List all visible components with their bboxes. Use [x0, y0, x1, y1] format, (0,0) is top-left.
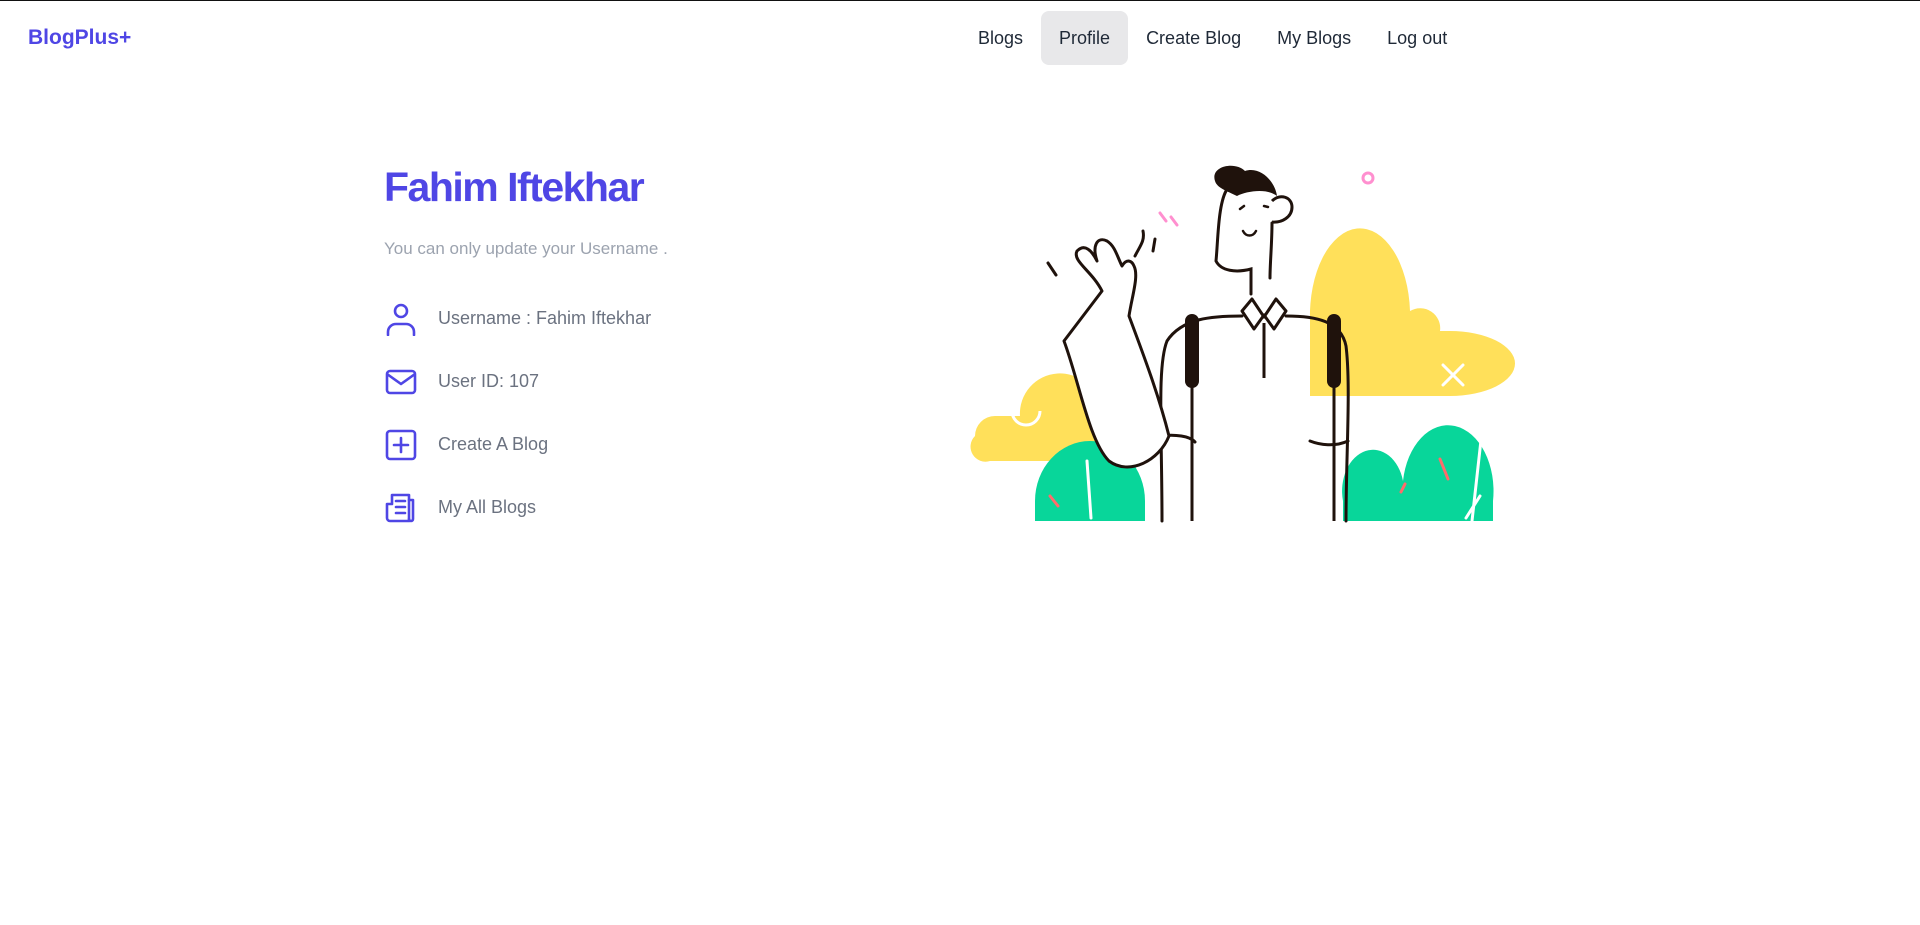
nav-link-blogs[interactable]: Blogs [960, 11, 1041, 65]
plus-square-icon [384, 428, 418, 462]
profile-item-username[interactable]: Username : Fahim Iftekhar [384, 287, 884, 350]
profile-item-label: My All Blogs [438, 497, 537, 517]
profile-items: Username : Fahim Iftekhar User ID: 107 C… [384, 287, 884, 539]
user-icon [384, 302, 418, 336]
profile-item-create-blog[interactable]: Create A Blog [384, 413, 884, 476]
profile-item-label: Create A Blog [438, 434, 549, 454]
nav-link-my-blogs[interactable]: My Blogs [1259, 11, 1369, 65]
brand-logo[interactable]: BlogPlus+ [28, 26, 131, 50]
profile-panel: Fahim Iftekhar You can only update your … [384, 161, 884, 539]
nav-link-log-out[interactable]: Log out [1369, 11, 1465, 65]
profile-item-label: User ID: 107 [438, 371, 540, 391]
nav-links: Blogs Profile Create Blog My Blogs Log o… [960, 11, 1465, 65]
mail-icon [384, 365, 418, 399]
profile-item-my-blogs[interactable]: My All Blogs [384, 476, 884, 539]
newspaper-icon [384, 491, 418, 525]
navbar: BlogPlus+ Blogs Profile Create Blog My B… [0, 1, 1920, 75]
waving-man-illustration [970, 151, 1550, 531]
nav-link-create-blog[interactable]: Create Blog [1128, 11, 1259, 65]
profile-name: Fahim Iftekhar [384, 164, 645, 210]
profile-item-label: Username : Fahim Iftekhar [438, 308, 652, 328]
profile-item-user-id[interactable]: User ID: 107 [384, 350, 884, 413]
profile-note: You can only update your Username . [384, 239, 668, 258]
nav-link-profile[interactable]: Profile [1041, 11, 1129, 65]
